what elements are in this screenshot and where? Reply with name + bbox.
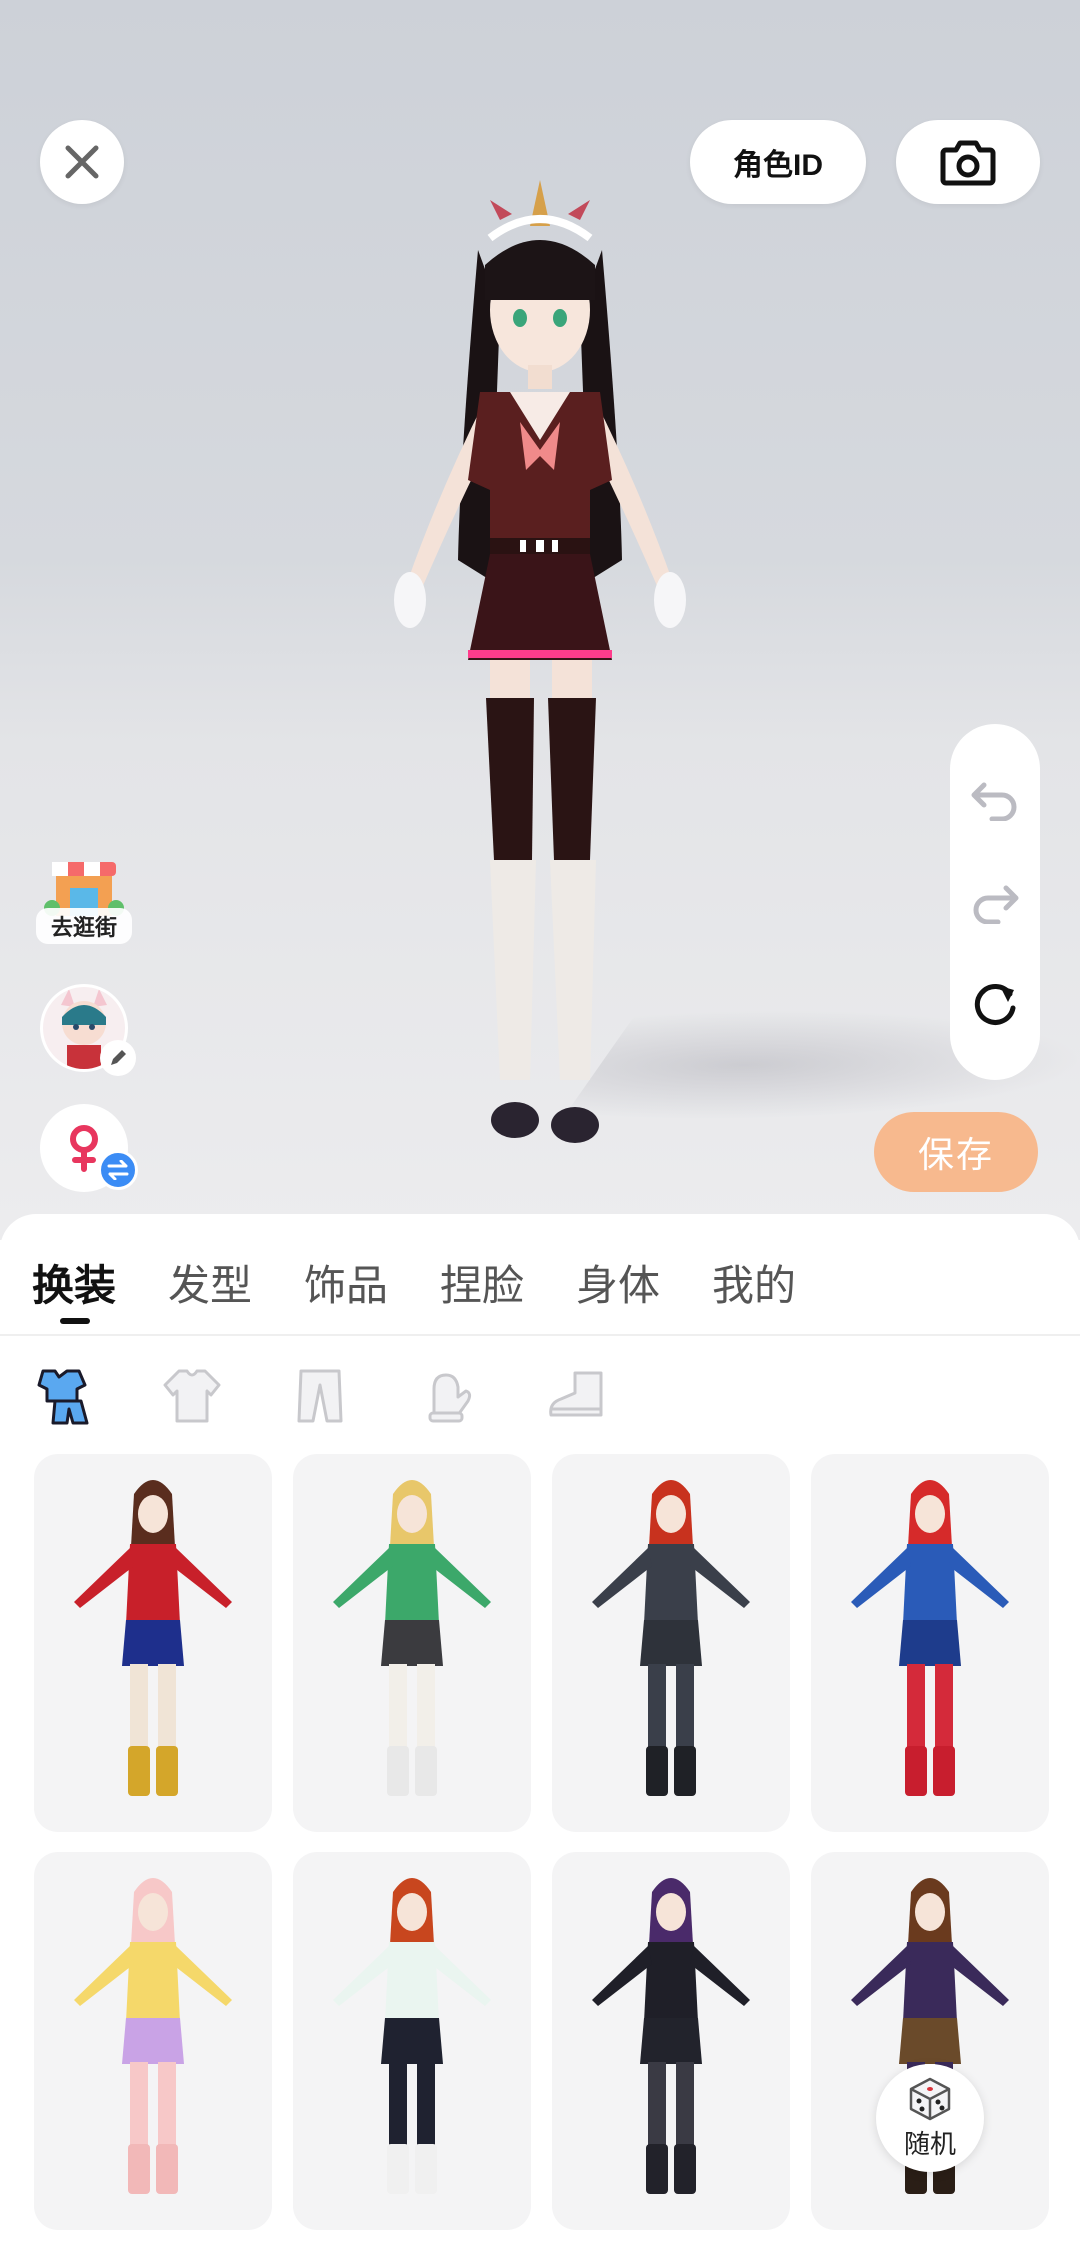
tab-face-label: 捏脸 bbox=[440, 1262, 525, 1309]
gender-switch-button[interactable] bbox=[40, 1104, 138, 1192]
outfit-figure bbox=[333, 1480, 491, 1796]
subcat-top[interactable] bbox=[160, 1364, 224, 1428]
outfit-figure bbox=[851, 1480, 1009, 1796]
avatar-edit-badge[interactable] bbox=[100, 1040, 136, 1076]
avatar-stage[interactable]: 角色ID 保存 去逛街 bbox=[0, 0, 1080, 1240]
random-label: 随机 bbox=[903, 2128, 956, 2159]
outfit-card[interactable] bbox=[552, 1852, 790, 2230]
active-tab-indicator bbox=[60, 1318, 90, 1324]
close-icon bbox=[65, 145, 99, 179]
tab-outfit[interactable]: 换装 bbox=[32, 1252, 168, 1324]
tab-hairstyle-label: 发型 bbox=[168, 1262, 253, 1309]
outfit-figure bbox=[592, 1480, 750, 1796]
shoe-icon bbox=[549, 1371, 603, 1417]
undo-icon bbox=[971, 782, 1017, 822]
go-shopping-button[interactable]: 去逛街 bbox=[36, 848, 132, 944]
pants-icon bbox=[297, 1369, 343, 1423]
outfit-card[interactable] bbox=[811, 1852, 1049, 2230]
tab-mine[interactable]: 我的 bbox=[712, 1252, 848, 1313]
outfit-figure bbox=[333, 1878, 491, 2194]
glove-icon bbox=[428, 1373, 472, 1423]
outfit-card[interactable] bbox=[293, 1852, 531, 2230]
tab-outfit-label: 换装 bbox=[32, 1262, 117, 1309]
outfit-card[interactable] bbox=[34, 1852, 272, 2230]
outfit-card[interactable] bbox=[34, 1454, 272, 1832]
outfit-card[interactable] bbox=[293, 1454, 531, 1832]
tab-accessories-label: 饰品 bbox=[304, 1262, 389, 1309]
save-button[interactable]: 保存 bbox=[874, 1112, 1038, 1192]
role-id-button[interactable]: 角色ID bbox=[690, 120, 866, 204]
dice-icon bbox=[909, 2077, 951, 2120]
tab-divider bbox=[0, 1334, 1080, 1336]
role-id-label: 角色ID bbox=[733, 149, 823, 182]
subcategory-bar bbox=[32, 1364, 608, 1428]
tab-body[interactable]: 身体 bbox=[576, 1252, 712, 1313]
go-shopping-label: 去逛街 bbox=[36, 908, 132, 944]
outfit-figure bbox=[592, 1878, 750, 2194]
camera-button[interactable] bbox=[896, 120, 1040, 204]
tab-mine-label: 我的 bbox=[712, 1262, 797, 1309]
outfit-card[interactable] bbox=[811, 1454, 1049, 1832]
top-shirt-icon bbox=[163, 1369, 221, 1423]
subcat-pants[interactable] bbox=[288, 1364, 352, 1428]
save-label: 保存 bbox=[917, 1134, 994, 1175]
full-outfit-icon bbox=[37, 1369, 89, 1425]
reset-button[interactable] bbox=[965, 975, 1025, 1035]
random-button[interactable]: 随机 bbox=[876, 2064, 984, 2172]
subcat-full-outfit[interactable] bbox=[32, 1364, 96, 1428]
redo-button[interactable] bbox=[965, 872, 1025, 932]
swap-badge bbox=[98, 1150, 138, 1190]
undo-button[interactable] bbox=[965, 769, 1025, 829]
close-button[interactable] bbox=[40, 120, 124, 204]
redo-icon bbox=[973, 885, 1019, 924]
tab-hairstyle[interactable]: 发型 bbox=[168, 1252, 304, 1313]
outfit-figure bbox=[74, 1878, 232, 2194]
outfit-card[interactable] bbox=[552, 1454, 790, 1832]
tab-face[interactable]: 捏脸 bbox=[440, 1252, 576, 1313]
avatar-character[interactable] bbox=[340, 160, 740, 1150]
tab-body-label: 身体 bbox=[576, 1262, 661, 1309]
subcat-gloves[interactable] bbox=[416, 1364, 480, 1428]
outfit-figure bbox=[851, 1878, 1009, 2194]
outfit-figure bbox=[74, 1480, 232, 1796]
history-panel bbox=[950, 724, 1040, 1080]
camera-icon bbox=[940, 140, 996, 186]
reset-icon bbox=[974, 983, 1016, 1025]
edit-icon bbox=[111, 1050, 126, 1065]
tab-accessories[interactable]: 饰品 bbox=[304, 1252, 440, 1313]
category-tabs: 换装 发型 饰品 捏脸 身体 我的 bbox=[32, 1252, 848, 1324]
subcat-shoes[interactable] bbox=[544, 1364, 608, 1428]
swap-icon bbox=[107, 1160, 129, 1180]
